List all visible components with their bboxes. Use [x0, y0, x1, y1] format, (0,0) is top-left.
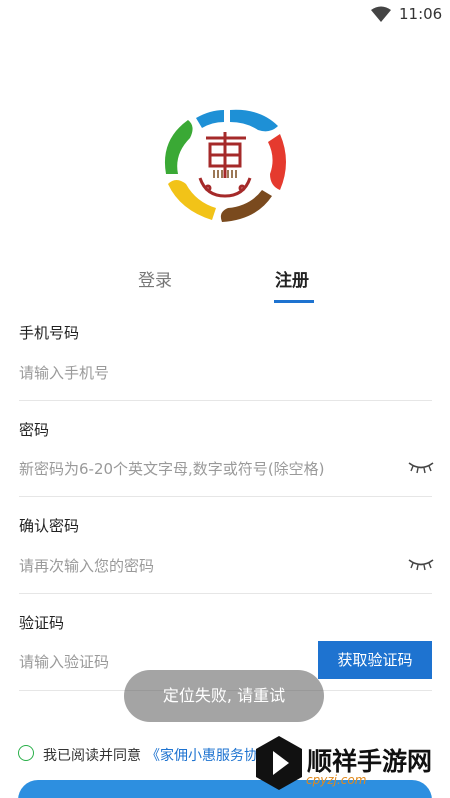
tab-register[interactable]: 注册 [275, 266, 309, 291]
eye-closed-icon[interactable] [408, 557, 434, 571]
confirm-password-label: 确认密码 [19, 517, 80, 535]
divider [19, 593, 432, 594]
tab-login[interactable]: 登录 [138, 266, 172, 291]
phone-input[interactable]: 请输入手机号 [19, 362, 109, 383]
toast-message: 定位失败, 请重试 [124, 670, 324, 722]
divider [19, 496, 432, 497]
watermark-logo-icon [256, 736, 302, 790]
agree-checkbox[interactable] [18, 745, 34, 761]
phone-label: 手机号码 [19, 324, 80, 342]
divider [19, 400, 432, 401]
agreement-text: 我已阅读并同意 [43, 748, 141, 764]
wifi-icon [371, 6, 391, 22]
confirm-password-input[interactable]: 请再次输入您的密码 [19, 555, 154, 576]
app-logo [164, 109, 286, 222]
status-time: 11:06 [399, 5, 443, 23]
tab-active-indicator [274, 300, 314, 303]
password-input[interactable]: 新密码为6-20个英文字母,数字或符号(除空格) [19, 458, 325, 479]
verify-code-input[interactable]: 请输入验证码 [19, 651, 109, 672]
agreement-link[interactable]: 《家佣小惠服务协 [146, 745, 258, 765]
get-code-button[interactable]: 获取验证码 [318, 641, 432, 679]
verify-code-label: 验证码 [19, 614, 65, 632]
eye-closed-icon[interactable] [408, 460, 434, 474]
register-button[interactable] [18, 780, 432, 798]
watermark-url: cpyzj.com [306, 773, 367, 787]
password-label: 密码 [19, 421, 50, 439]
status-bar: 11:06 [0, 0, 450, 28]
